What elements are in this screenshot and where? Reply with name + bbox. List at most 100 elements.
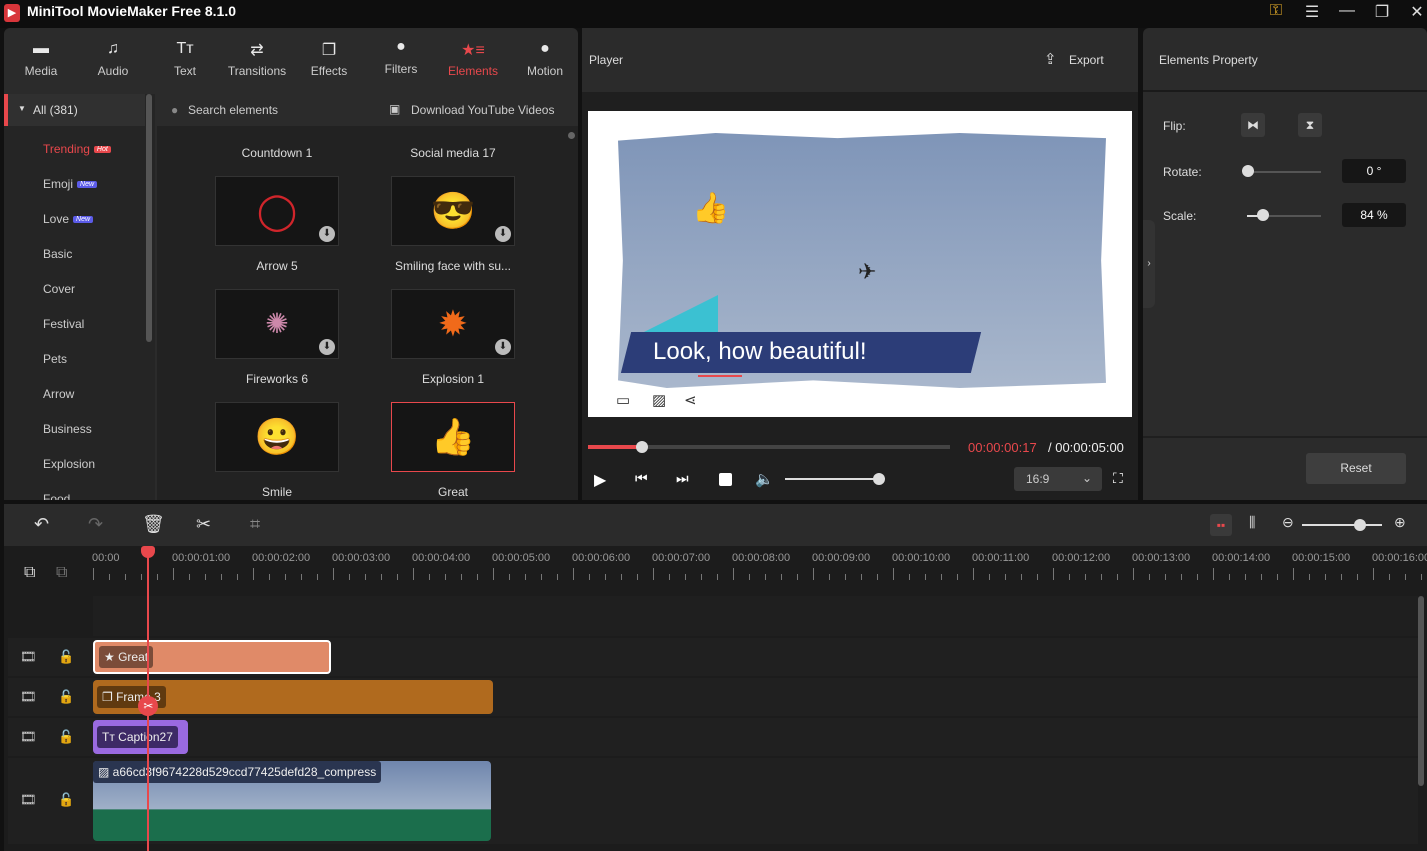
tab-text[interactable]: Tт Text — [150, 40, 220, 78]
element-fireworks-6[interactable]: ✺ ⬇ — [215, 289, 339, 359]
ruler-tick — [461, 574, 462, 580]
volume-knob[interactable] — [873, 473, 885, 485]
ruler-tick — [1421, 574, 1422, 580]
ruler-tick — [109, 574, 110, 580]
rotate-knob[interactable] — [1242, 165, 1254, 177]
next-frame-icon[interactable]: ⏭ — [676, 470, 689, 487]
reset-button[interactable]: Reset — [1306, 453, 1406, 484]
key-icon[interactable]: ⚿ — [1264, 2, 1288, 20]
element-smiling-face[interactable]: 😎 ⬇ — [391, 176, 515, 246]
scale-knob[interactable] — [1257, 209, 1269, 221]
download-icon[interactable]: ⬇ — [495, 226, 511, 242]
menu-icon[interactable]: ☰ — [1300, 2, 1324, 22]
image-icon[interactable]: ▨ — [652, 391, 666, 409]
category-all[interactable]: ▼ All (381) — [4, 94, 145, 126]
export-button[interactable]: Export — [1069, 53, 1104, 67]
category-food[interactable]: Food — [4, 489, 144, 500]
download-icon[interactable]: ⬇ — [319, 226, 335, 242]
properties-panel: Elements Property Flip: ⧓ ⧗ Rotate: 0 ° … — [1143, 28, 1427, 500]
tab-audio[interactable]: ♫ Audio — [78, 40, 148, 78]
zoom-knob[interactable] — [1354, 519, 1366, 531]
element-smile[interactable]: 😀 — [215, 402, 339, 472]
video-preview[interactable]: 👍 ✈ Look, how beautiful! ▭ ▨ ⋖ — [588, 111, 1132, 417]
download-icon[interactable]: ⬇ — [319, 339, 335, 355]
stop-icon[interactable] — [719, 473, 732, 486]
playhead[interactable]: ✂ — [138, 546, 159, 851]
ruler-tick — [381, 574, 382, 580]
volume-slider[interactable] — [785, 478, 878, 480]
lock-icon[interactable]: 🔓 — [58, 689, 74, 705]
lock-icon[interactable]: 🔓 — [58, 792, 74, 808]
fullscreen-icon[interactable]: ⛶ — [1113, 470, 1123, 487]
element-great[interactable]: 👍 — [391, 402, 515, 472]
playback-knob[interactable] — [636, 441, 649, 453]
clip-caption27[interactable]: Tт Caption27 — [93, 720, 188, 754]
previous-frame-icon[interactable]: ⏮ — [635, 470, 648, 487]
zoom-in-icon[interactable]: ⊕ — [1394, 514, 1406, 531]
lock-icon[interactable]: 🔓 — [58, 649, 74, 665]
youtube-download-icon[interactable]: ▣ — [389, 102, 400, 116]
zoom-out-icon[interactable]: ⊖ — [1282, 514, 1294, 531]
download-youtube-button[interactable]: Download YouTube Videos — [411, 103, 554, 117]
snap-icon[interactable]: ▪▪ — [1210, 514, 1232, 536]
volume-icon[interactable]: 🔈 — [755, 470, 774, 488]
element-label: Arrow 5 — [256, 259, 298, 273]
tab-filters[interactable]: ● Filters — [366, 38, 436, 76]
category-business[interactable]: Business — [4, 419, 144, 454]
camera-icon[interactable]: ▭ — [616, 391, 630, 409]
add-track-icon[interactable]: ⧉ — [24, 564, 35, 582]
tab-transitions[interactable]: ⇄ Transitions — [222, 40, 292, 78]
caption-text[interactable]: Look, how beautiful! — [653, 338, 866, 366]
tab-media[interactable]: ▬ Media — [6, 40, 76, 78]
download-icon[interactable]: ⬇ — [495, 339, 511, 355]
category-arrow[interactable]: Arrow — [4, 384, 144, 419]
ruler-tick — [637, 574, 638, 580]
close-icon[interactable]: ✕ — [1405, 2, 1427, 22]
element-arrow-5[interactable]: ◯ ⬇ — [215, 176, 339, 246]
flip-horizontal-button[interactable]: ⧓ — [1241, 113, 1265, 137]
category-scrollbar[interactable] — [146, 94, 152, 342]
category-cover[interactable]: Cover — [4, 279, 144, 314]
category-emoji[interactable]: Emoji New — [4, 174, 144, 209]
rotate-slider[interactable] — [1247, 171, 1321, 173]
time-ruler[interactable]: 00:00 00:00:01:00 00:00:02:00 00:00:03:00 00… — [92, 548, 1427, 596]
collapse-panel-handle[interactable]: › — [1143, 220, 1155, 308]
undo-icon[interactable]: ↶ — [34, 514, 49, 535]
ruler-tick — [125, 574, 126, 580]
film-icon: 🎞 — [20, 689, 37, 704]
maximize-icon[interactable]: ❐ — [1370, 2, 1394, 22]
crop-icon[interactable]: ⌗ — [250, 514, 260, 535]
fit-timeline-icon[interactable]: ⫼ — [1249, 514, 1255, 531]
category-festival[interactable]: Festival — [4, 314, 144, 349]
play-icon[interactable]: ▶ — [594, 470, 606, 490]
clip-image[interactable]: ▨ a66cd3f9674228d529ccd77425defd28_compr… — [93, 761, 491, 841]
split-icon[interactable]: ✂ — [196, 514, 211, 535]
track-video: 🎞 🔓 ▨ a66cd3f9674228d529ccd77425defd28_co… — [8, 758, 1418, 844]
delete-icon[interactable]: 🗑 — [142, 514, 165, 535]
category-pets[interactable]: Pets — [4, 349, 144, 384]
clip-great[interactable]: ★ Great — [93, 640, 331, 674]
minimize-icon[interactable]: — — [1335, 2, 1359, 20]
timeline-scrollbar[interactable] — [1418, 596, 1424, 786]
search-input[interactable]: Search elements — [188, 103, 278, 117]
aspect-ratio-select[interactable]: 16:9 ⌄ — [1014, 467, 1102, 491]
remove-track-icon[interactable]: ⧉ — [56, 564, 67, 582]
element-explosion-1[interactable]: ✹ ⬇ — [391, 289, 515, 359]
scale-input[interactable]: 84 % — [1342, 203, 1406, 227]
redo-icon[interactable]: ↷ — [88, 514, 103, 535]
tab-effects[interactable]: ❐ Effects — [294, 40, 364, 78]
category-trending[interactable]: Trending Hot — [4, 139, 144, 174]
chevron-down-icon: ⌄ — [1082, 471, 1093, 485]
grid-scrollbar[interactable] — [568, 132, 575, 139]
category-basic[interactable]: Basic — [4, 244, 144, 279]
ruler-tick — [589, 574, 590, 580]
rotate-input[interactable]: 0 ° — [1342, 159, 1406, 183]
tab-elements[interactable]: ★≡ Elements — [438, 40, 508, 78]
flip-vertical-button[interactable]: ⧗ — [1298, 113, 1322, 137]
share-icon[interactable]: ⋖ — [684, 391, 697, 409]
category-love[interactable]: Love New — [4, 209, 144, 244]
lock-icon[interactable]: 🔓 — [58, 729, 74, 745]
tab-motion[interactable]: ● Motion — [510, 40, 580, 78]
category-explosion[interactable]: Explosion — [4, 454, 144, 489]
zoom-slider[interactable] — [1302, 524, 1382, 526]
